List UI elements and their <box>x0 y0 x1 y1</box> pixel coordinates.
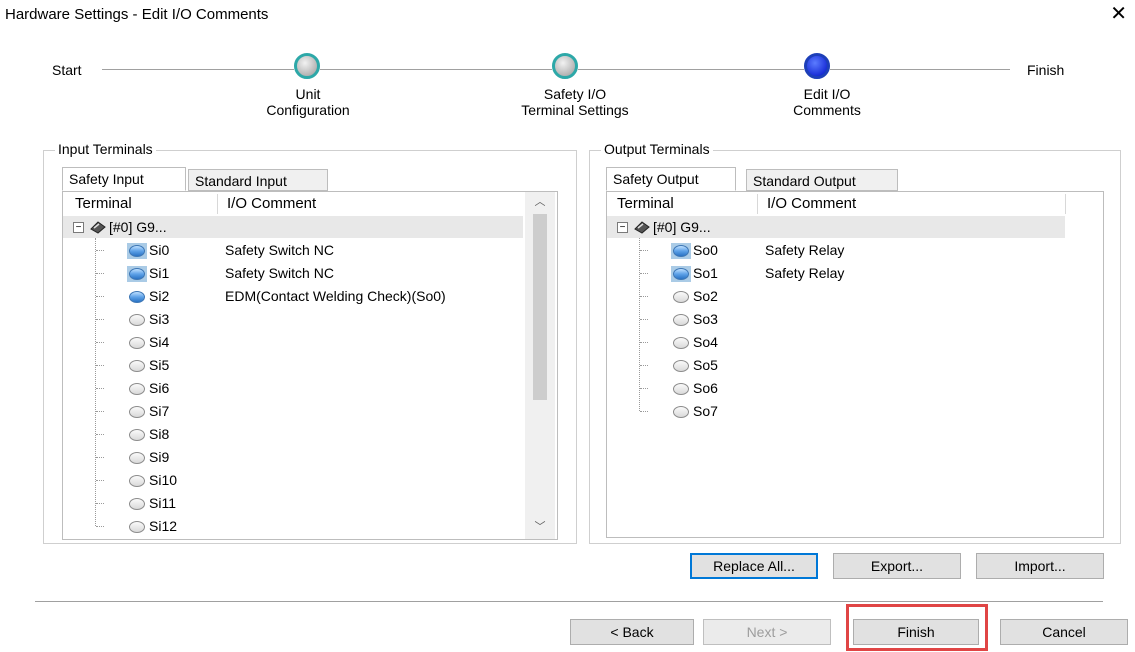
wizard-line <box>830 69 1010 70</box>
replace-all-button[interactable]: Replace All... <box>690 553 818 579</box>
terminal-status-icon <box>673 337 689 349</box>
module-icon <box>634 221 650 234</box>
close-icon[interactable]: ✕ <box>1110 2 1127 26</box>
collapse-toggle-icon[interactable]: − <box>73 222 84 233</box>
io-comment-cell[interactable]: Safety Relay <box>765 239 844 262</box>
tab-standard-output[interactable]: Standard Output <box>746 169 898 191</box>
output-terminals-group: Output Terminals Safety Output Standard … <box>589 141 1121 544</box>
terminal-status-icon <box>673 406 689 418</box>
tab-safety-output[interactable]: Safety Output <box>606 167 736 191</box>
terminal-status-icon <box>129 475 145 487</box>
io-comment-cell[interactable]: Safety Switch NC <box>225 262 334 285</box>
export-button[interactable]: Export... <box>833 553 961 579</box>
wizard-line <box>102 69 294 70</box>
terminal-label[interactable]: So1 <box>693 262 718 285</box>
step-edit-io-comments-indicator <box>804 53 830 79</box>
terminal-label[interactable]: Si1 <box>149 262 169 285</box>
terminal-status-icon <box>673 314 689 326</box>
terminal-status-icon <box>129 360 145 372</box>
terminal-status-icon <box>129 383 145 395</box>
wizard-line <box>320 69 552 70</box>
terminal-status-icon <box>129 429 145 441</box>
io-comment-cell[interactable]: EDM(Contact Welding Check)(So0) <box>225 285 446 308</box>
terminal-label[interactable]: Si8 <box>149 423 169 446</box>
terminal-status-icon <box>129 521 145 533</box>
scroll-up-icon[interactable]: ︿ <box>531 194 549 210</box>
footer-separator <box>35 601 1103 602</box>
scrollbar-thumb[interactable] <box>533 214 547 400</box>
terminal-status-icon <box>673 383 689 395</box>
terminal-label[interactable]: Si0 <box>149 239 169 262</box>
column-header-terminal[interactable]: Terminal <box>617 192 674 216</box>
step-edit-io-comments-label: Edit I/O Comments <box>793 86 861 118</box>
scroll-down-icon[interactable]: ﹀ <box>531 519 549 535</box>
terminal-status-icon <box>129 452 145 464</box>
io-comment-cell[interactable]: Safety Relay <box>765 262 844 285</box>
tab-safety-input[interactable]: Safety Input <box>62 167 186 191</box>
wizard-start-label: Start <box>52 62 82 78</box>
step-safety-io-terminal-settings-indicator <box>552 53 578 79</box>
collapse-toggle-icon[interactable]: − <box>617 222 628 233</box>
terminal-label[interactable]: Si4 <box>149 331 169 354</box>
output-terminals-legend: Output Terminals <box>601 141 713 157</box>
terminal-status-icon <box>673 245 689 257</box>
terminal-status-icon <box>673 291 689 303</box>
terminal-status-icon <box>129 498 145 510</box>
input-terminal-list: Terminal I/O Comment − [#0] G9... Si0 Safet… <box>62 191 558 540</box>
next-button: Next > <box>703 619 831 645</box>
back-button[interactable]: < Back <box>570 619 694 645</box>
wizard-finish-label: Finish <box>1027 62 1065 78</box>
terminal-label[interactable]: Si6 <box>149 377 169 400</box>
window-title: Hardware Settings - Edit I/O Comments <box>5 6 269 23</box>
output-terminal-list: Terminal I/O Comment − [#0] G9... So0 Safet… <box>606 191 1104 538</box>
import-button[interactable]: Import... <box>976 553 1104 579</box>
terminal-label[interactable]: Si12 <box>149 515 177 538</box>
column-header-terminal[interactable]: Terminal <box>75 192 132 216</box>
step-unit-configuration-indicator <box>294 53 320 79</box>
terminal-status-icon <box>129 268 145 280</box>
terminal-label[interactable]: So6 <box>693 377 718 400</box>
terminal-label[interactable]: So5 <box>693 354 718 377</box>
terminal-status-icon <box>129 291 145 303</box>
vertical-scrollbar[interactable]: ︿ ﹀ <box>525 192 555 539</box>
column-header-io-comment[interactable]: I/O Comment <box>767 192 856 216</box>
terminal-status-icon <box>129 406 145 418</box>
input-terminals-group: Input Terminals Safety Input Standard In… <box>43 141 577 544</box>
wizard-line <box>578 69 804 70</box>
terminal-status-icon <box>129 337 145 349</box>
column-header-io-comment[interactable]: I/O Comment <box>227 192 316 216</box>
terminal-label[interactable]: So0 <box>693 239 718 262</box>
terminal-label[interactable]: Si11 <box>149 492 176 515</box>
input-terminals-legend: Input Terminals <box>55 141 156 157</box>
finish-button[interactable]: Finish <box>853 619 979 645</box>
io-comment-cell[interactable]: Safety Switch NC <box>225 239 334 262</box>
terminal-label[interactable]: Si5 <box>149 354 169 377</box>
terminal-status-icon <box>673 360 689 372</box>
step-unit-configuration-label: Unit Configuration <box>266 86 350 118</box>
terminal-status-icon <box>129 314 145 326</box>
terminal-label[interactable]: Si2 <box>149 285 169 308</box>
terminal-label[interactable]: So7 <box>693 400 718 423</box>
terminal-label[interactable]: So2 <box>693 285 718 308</box>
terminal-label[interactable]: Si9 <box>149 446 169 469</box>
terminal-label[interactable]: Si3 <box>149 308 169 331</box>
terminal-status-icon <box>129 245 145 257</box>
terminal-label[interactable]: So4 <box>693 331 718 354</box>
terminal-label[interactable]: Si10 <box>149 469 177 492</box>
tab-standard-input[interactable]: Standard Input <box>188 169 328 191</box>
module-icon <box>90 221 106 234</box>
terminal-label[interactable]: Si7 <box>149 400 169 423</box>
step-safety-io-terminal-settings-label: Safety I/O Terminal Settings <box>521 86 629 118</box>
cancel-button[interactable]: Cancel <box>1000 619 1128 645</box>
terminal-status-icon <box>673 268 689 280</box>
terminal-label[interactable]: So3 <box>693 308 718 331</box>
tree-root-label[interactable]: [#0] G9... <box>653 216 711 239</box>
tree-root-label[interactable]: [#0] G9... <box>109 216 167 239</box>
